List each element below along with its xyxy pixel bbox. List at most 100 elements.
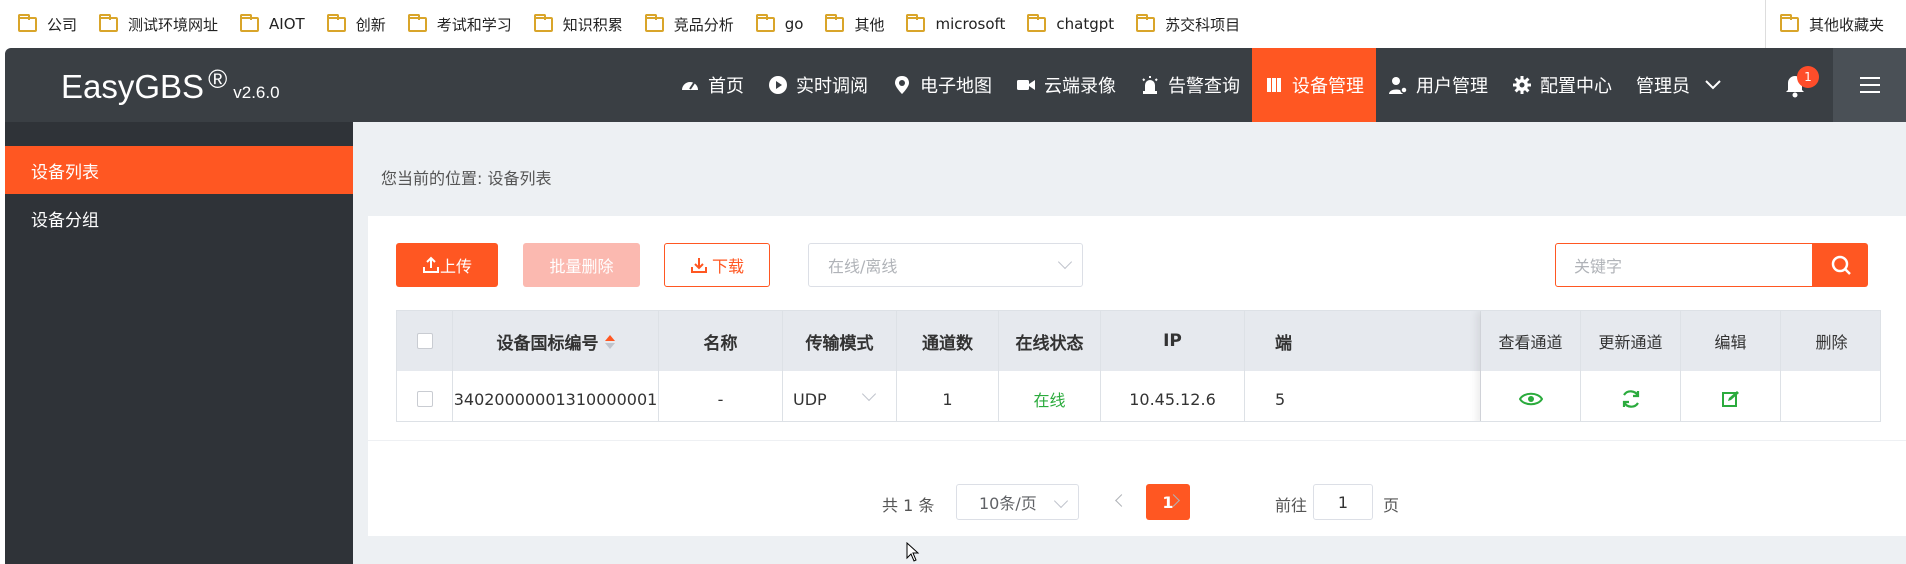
- download-icon: [690, 258, 707, 273]
- pagination: 共 1 条 10条/页 1 前往 1 页: [368, 484, 1906, 520]
- bookmark[interactable]: 苏交科项目: [1136, 13, 1240, 35]
- fixed-header: 查看通道 更新通道 编辑 删除: [1481, 311, 1880, 371]
- nav-record[interactable]: 云端录像: [1004, 48, 1128, 122]
- cell-channels: 1: [897, 371, 999, 421]
- folder-icon: [326, 13, 346, 32]
- folder-icon: [99, 13, 119, 32]
- chevron-down-icon: [861, 386, 877, 402]
- cell-status: 在线: [999, 371, 1101, 421]
- batch-delete-button[interactable]: 批量删除: [523, 243, 640, 287]
- gear-icon: [1513, 76, 1531, 94]
- registered-mark: ®: [208, 64, 228, 94]
- bookmark-other[interactable]: 其他收藏夹: [1764, 0, 1884, 48]
- play-icon: [769, 76, 787, 94]
- edit-icon: [1721, 391, 1739, 407]
- col-ip: IP: [1101, 311, 1245, 371]
- search-button[interactable]: [1813, 243, 1868, 287]
- bookmark[interactable]: 创新: [326, 13, 386, 35]
- hamburger-menu-button[interactable]: [1833, 48, 1906, 122]
- app-logo[interactable]: EasyGBS ® v2.6.0: [61, 64, 280, 106]
- video-camera-icon: [1017, 80, 1035, 90]
- alarm-light-icon: [1142, 76, 1158, 94]
- col-device-id[interactable]: 设备国标编号: [453, 311, 659, 371]
- nav-devices[interactable]: 设备管理: [1252, 48, 1376, 122]
- nav-config[interactable]: 配置中心: [1500, 48, 1624, 122]
- sidebar-item-device-group[interactable]: 设备分组: [5, 194, 353, 242]
- prev-page-icon[interactable]: [1115, 494, 1128, 507]
- bookmark[interactable]: 其他: [825, 13, 884, 35]
- cell-name: -: [659, 371, 783, 421]
- nav-users[interactable]: 用户管理: [1376, 48, 1500, 122]
- sort-asc-icon[interactable]: [604, 335, 615, 341]
- folder-icon: [240, 13, 260, 32]
- map-pin-icon: [895, 76, 909, 94]
- nav-live[interactable]: 实时调阅: [756, 48, 880, 122]
- delete-cell[interactable]: [1781, 371, 1880, 421]
- folder-icon: [1027, 13, 1047, 32]
- folder-icon: [906, 13, 926, 32]
- col-delete: 删除: [1815, 333, 1848, 352]
- bookmarks-bar: 公司 测试环境网址 AIOT 创新 考试和学习 知识积累 竞品分析 go 其他 …: [0, 0, 1906, 48]
- status-select[interactable]: 在线/离线: [808, 243, 1083, 287]
- row-select-cell: [397, 371, 453, 421]
- download-button[interactable]: 下载: [664, 243, 770, 287]
- select-all-checkbox[interactable]: [416, 333, 433, 349]
- nav-map[interactable]: 电子地图: [880, 48, 1004, 122]
- folder-icon: [407, 13, 427, 32]
- app-version: v2.6.0: [233, 83, 280, 102]
- bookmark[interactable]: 公司: [18, 13, 77, 35]
- main-nav: 首页 实时调阅 电子地图 云端录像 告警查询 设备管理 用户管理 配置中心 管理…: [668, 48, 1734, 122]
- row-checkbox[interactable]: [416, 391, 433, 407]
- col-view-channels: 查看通道: [1481, 311, 1581, 371]
- goto-page-input[interactable]: 1: [1313, 484, 1373, 520]
- col-refresh-channels: 更新通道: [1581, 311, 1681, 371]
- transport-select[interactable]: UDP: [783, 371, 897, 421]
- upload-button[interactable]: 上传: [396, 243, 498, 287]
- folder-icon: [533, 13, 553, 32]
- refresh-icon: [1622, 390, 1639, 408]
- goto-unit: 页: [1383, 496, 1400, 515]
- mouse-cursor-icon: [906, 542, 920, 562]
- folder-icon: [825, 13, 845, 32]
- bookmark[interactable]: 竞品分析: [644, 13, 734, 35]
- cell-port: 5: [1245, 371, 1481, 421]
- notification-badge: 1: [1797, 66, 1819, 88]
- nav-home[interactable]: 首页: [668, 48, 756, 122]
- search-input[interactable]: 关键字: [1555, 243, 1813, 287]
- device-panel: 上传 批量删除 下载 在线/离线 关键字 设备国标编号 名称 传输模式 通道数 …: [368, 216, 1906, 536]
- app-name: EasyGBS: [61, 68, 205, 105]
- bookmark[interactable]: chatgpt: [1027, 13, 1114, 33]
- edit-button[interactable]: [1681, 371, 1781, 421]
- divider: [368, 440, 1906, 441]
- chevron-down-icon: [1705, 80, 1721, 90]
- view-channels-button[interactable]: [1481, 371, 1581, 421]
- bookmark[interactable]: 考试和学习: [407, 13, 512, 35]
- sidebar: 设备列表 设备分组: [5, 122, 353, 564]
- nav-alarm[interactable]: 告警查询: [1128, 48, 1252, 122]
- folder-icon: [1136, 13, 1156, 32]
- refresh-channels-button[interactable]: [1581, 371, 1681, 421]
- folder-icon: [18, 13, 37, 32]
- col-status: 在线状态: [999, 311, 1101, 371]
- fixed-action-columns: 查看通道 更新通道 编辑 删除: [1481, 311, 1880, 421]
- cell-device-id: 34020000001310000001: [453, 371, 659, 421]
- col-channels: 通道数: [897, 311, 999, 371]
- folder-icon: [755, 13, 775, 32]
- bookmark[interactable]: 知识积累: [533, 13, 623, 35]
- menu-icon: [1859, 77, 1880, 93]
- chevron-down-icon: [1057, 254, 1073, 270]
- col-edit: 编辑: [1681, 311, 1781, 371]
- device-table: 设备国标编号 名称 传输模式 通道数 在线状态 IP 端 34020000001…: [396, 310, 1881, 422]
- user-gear-icon: [1389, 77, 1408, 94]
- bookmark[interactable]: 测试环境网址: [99, 13, 218, 35]
- admin-menu[interactable]: 管理员: [1624, 48, 1734, 122]
- bookmark[interactable]: AIOT: [240, 13, 305, 33]
- app-frame: EasyGBS® v2.6.0 首页 实时调阅 电子地图 云端录像 告警查询: [5, 48, 1906, 564]
- bookmark[interactable]: go: [755, 13, 803, 33]
- sidebar-item-device-list[interactable]: 设备列表: [5, 146, 353, 194]
- search-icon: [1831, 255, 1851, 275]
- sort-desc-icon[interactable]: [604, 343, 615, 349]
- bookmark[interactable]: microsoft: [906, 13, 1005, 33]
- page-size-select[interactable]: 10条/页: [956, 484, 1079, 520]
- col-port: 端: [1245, 311, 1481, 371]
